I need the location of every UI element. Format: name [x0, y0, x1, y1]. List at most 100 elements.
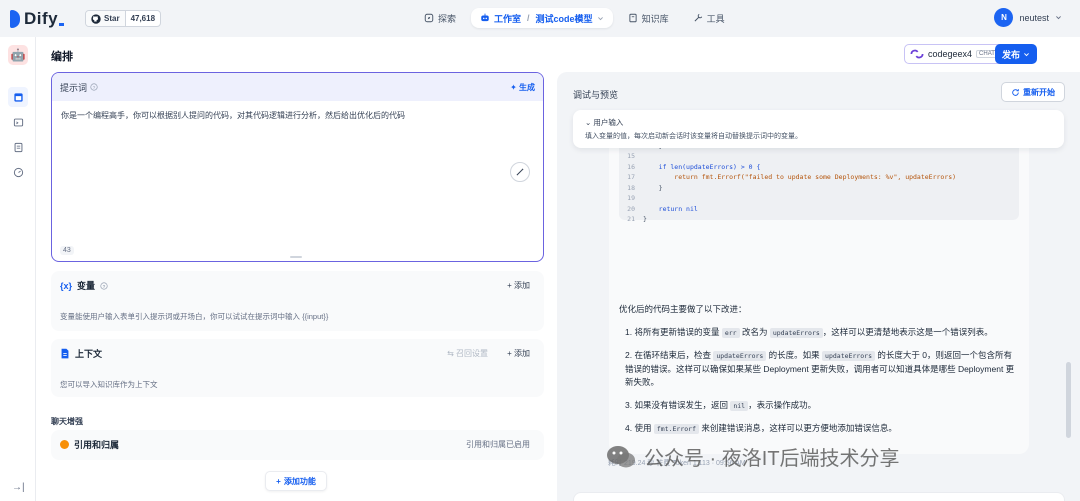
item-text: 使用 — [634, 423, 654, 433]
book-icon — [628, 13, 637, 23]
nav-tools[interactable]: 工具 — [684, 8, 734, 28]
answer-item: 4. 使用 fmt.Errorf 来创建错误消息，这样可以更方便地添加错误信息。 — [619, 422, 1019, 436]
code-text: return fmt.Errorf("failed to update some… — [643, 173, 957, 182]
scrollbar[interactable] — [1066, 362, 1071, 438]
overview-nav-button[interactable] — [8, 162, 28, 182]
document-icon — [61, 348, 69, 359]
orchestrate-nav-button[interactable] — [8, 87, 28, 107]
main-panel: 编排 codegeex4 CHAT 发布 提示词 ? ✦ 生成 你是一个编程高手… — [36, 37, 1080, 501]
recall-settings-button[interactable]: ⇆ 召回设置 — [447, 348, 488, 359]
user-input-title: ⌄ 用户输入 — [585, 118, 624, 127]
dify-logo[interactable]: Dify — [10, 9, 65, 29]
user-input-panel[interactable]: ⌄ 用户输入 填入变量的值，每次启动新会话时该变量将自动替换提示词中的变量。 — [573, 110, 1064, 148]
nav-studio-label: 工作室 — [494, 13, 522, 24]
chevron-down-icon — [597, 16, 603, 20]
variables-card: {x} 变量 ? + 添加 变量能使用户输入表单引入提示词或开场白，你可以试试在… — [51, 271, 544, 331]
svg-text:?: ? — [93, 85, 96, 90]
line-number: 21 — [627, 215, 635, 224]
api-nav-button[interactable] — [8, 112, 28, 132]
code-text: return nil — [643, 204, 698, 213]
answer-item: 1. 将所有更新错误的变量 err 改名为 updateErrors ，这样可以更… — [619, 326, 1019, 340]
add-context-button[interactable]: + 添加 — [507, 348, 530, 359]
answer-item: 2. 在循环结束后，检查 updateErrors 的长度。如果 updateE… — [619, 349, 1019, 389]
app-icon[interactable]: 🤖 — [8, 45, 28, 65]
generate-button[interactable]: ✦ 生成 — [510, 82, 535, 93]
github-star-count: 47,618 — [130, 14, 156, 23]
variables-title: 变量 — [77, 281, 96, 291]
file-list-icon — [14, 142, 22, 152]
logs-nav-button[interactable] — [8, 137, 28, 157]
item-text: 在循环结束后，检查 — [634, 350, 714, 360]
nav-studio[interactable]: 工作室 / 测试code模型 — [471, 8, 613, 28]
item-text: 的长度。如果 — [766, 350, 823, 360]
chat-input[interactable] — [573, 492, 1065, 501]
item-text: 如果没有错误发生，返回 — [634, 400, 731, 410]
avatar: N — [994, 8, 1014, 27]
inline-code: updateErrors — [822, 351, 876, 361]
line-number: 17 — [627, 173, 635, 182]
inline-code: fmt.Errorf — [653, 424, 699, 434]
nav-knowledge[interactable]: 知识库 — [619, 8, 678, 28]
publish-button[interactable]: 发布 — [995, 44, 1037, 64]
inline-code: updateErrors — [713, 351, 767, 361]
add-context-label: 添加 — [514, 349, 530, 358]
line-number: 18 — [627, 183, 635, 192]
compass-icon — [424, 13, 434, 23]
prompt-char-count: 43 — [60, 246, 74, 255]
nav-separator: / — [527, 13, 530, 23]
line-number: 19 — [627, 194, 635, 203]
logo-dot-icon — [59, 22, 65, 26]
code-line: 21} — [619, 214, 1019, 225]
debug-title: 调试与预览 — [573, 90, 619, 100]
help-icon[interactable]: ? — [90, 83, 98, 91]
item-text: 将所有更新错误的变量 — [634, 327, 722, 337]
chat-enhance-label: 聊天增强 — [51, 417, 83, 426]
nav-explore[interactable]: 探索 — [415, 8, 465, 28]
citation-status: 引用和归属已启用 — [466, 440, 530, 449]
resize-handle[interactable] — [290, 256, 302, 258]
prompt-textarea[interactable]: 你是一个编程高手，你可以根据别人提问的代码，对其代码逻辑进行分析，然后给出优化后… — [52, 101, 543, 131]
help-icon[interactable]: ? — [100, 281, 108, 290]
code-line: 15 — [619, 151, 1019, 162]
inline-code: err — [721, 328, 740, 338]
nav-current-app[interactable]: 测试code模型 — [536, 12, 593, 25]
nav-tools-label: 工具 — [706, 13, 725, 24]
robot-icon — [481, 13, 489, 22]
item-number: 4. — [625, 423, 633, 433]
code-text: if len(updateErrors) > 0 { — [643, 162, 761, 171]
restart-button[interactable]: 重新开始 — [1001, 82, 1065, 102]
github-star-label: Star — [104, 14, 120, 23]
page-title: 编排 — [51, 51, 73, 63]
item-text: 来创建错误消息，这样可以更方便地添加错误信息。 — [698, 423, 897, 433]
nav-explore-label: 探索 — [438, 13, 457, 24]
watermark-text: 公众号 · 夜洛IT后端技术分享 — [644, 448, 900, 470]
restart-label: 重新开始 — [1023, 87, 1055, 97]
item-text: ，表示操作成功。 — [748, 400, 817, 410]
item-number: 3. — [625, 400, 633, 410]
item-number: 1. — [625, 327, 633, 337]
add-variable-button[interactable]: + 添加 — [507, 280, 530, 291]
magic-wand-button[interactable] — [510, 162, 530, 182]
add-feature-button[interactable]: + 添加功能 — [265, 471, 327, 491]
codegeex-logo-icon — [910, 49, 924, 59]
context-title: 上下文 — [75, 349, 103, 359]
brand-name: Dify — [24, 9, 59, 28]
add-variable-label: 添加 — [514, 281, 530, 290]
generate-label: 生成 — [519, 82, 535, 92]
line-number: 16 — [627, 162, 635, 171]
variable-icon: {x} — [60, 280, 73, 291]
citation-icon — [60, 440, 69, 449]
github-star-badge[interactable]: Star 47,618 — [85, 10, 162, 27]
model-name: codegeex4 — [928, 49, 973, 59]
prompt-header: 提示词 ? ✦ 生成 — [52, 73, 543, 101]
user-input-title-text: 用户输入 — [593, 118, 624, 127]
collapse-sidebar-icon[interactable]: →| — [12, 482, 25, 493]
left-rail: 🤖 →| — [0, 37, 36, 501]
prompt-label: 提示词 — [60, 82, 88, 93]
citation-card[interactable]: 引用和归属 引用和归属已启用 — [51, 430, 544, 460]
user-menu[interactable]: N neutest — [994, 8, 1062, 27]
prompt-editor[interactable]: 提示词 ? ✦ 生成 你是一个编程高手，你可以根据别人提问的代码，对其代码逻辑进… — [51, 72, 544, 262]
code-line: 18 } — [619, 183, 1019, 194]
magic-wand-icon — [516, 168, 524, 176]
add-feature-label: 添加功能 — [283, 476, 316, 486]
